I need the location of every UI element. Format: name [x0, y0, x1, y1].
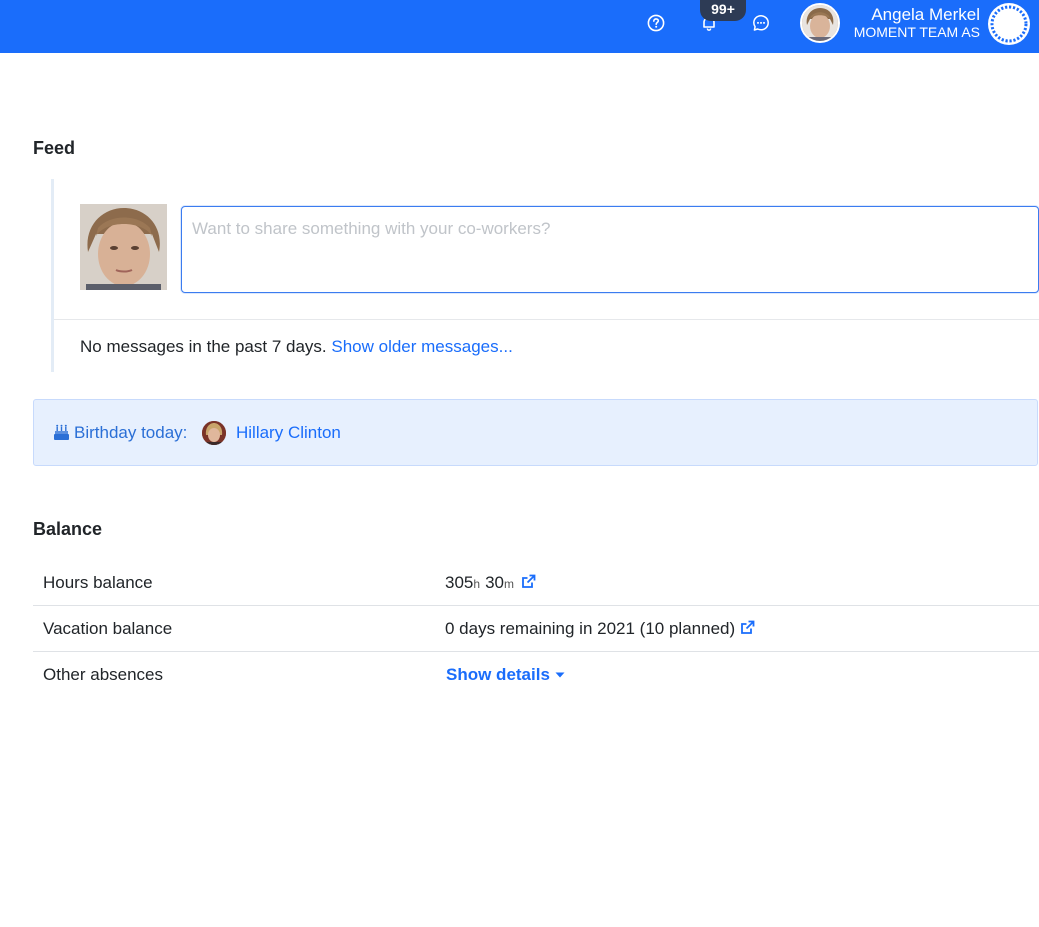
table-row: Other absences Show details — [33, 652, 1039, 698]
company-logo-icon[interactable] — [988, 3, 1030, 45]
external-link-icon[interactable] — [740, 620, 755, 635]
balance-title: Balance — [33, 519, 103, 539]
chat-icon[interactable] — [752, 14, 770, 32]
user-avatar-image — [802, 5, 838, 41]
feed-divider — [54, 319, 1039, 320]
no-messages-text: No messages in the past 7 days. — [80, 337, 327, 356]
birthday-person-avatar-image — [202, 421, 226, 445]
help-icon[interactable] — [647, 14, 665, 32]
external-link-icon[interactable] — [521, 574, 536, 589]
hours-value: 305 — [445, 573, 474, 592]
user-avatar[interactable] — [800, 3, 840, 43]
hours-unit: h — [473, 577, 481, 591]
caret-down-icon — [555, 672, 565, 678]
birthday-banner: Birthday today: Hillary Clinton — [33, 399, 1038, 466]
birthday-person-link[interactable]: Hillary Clinton — [236, 423, 341, 443]
table-row: Vacation balance 0 days remaining in 202… — [33, 606, 1039, 652]
top-navigation-bar: 99+ Angela Merkel MOMENT TEAM AS — [0, 0, 1039, 53]
hours-balance-value: 305 h 30 m — [445, 573, 536, 593]
share-post-input[interactable] — [181, 206, 1039, 293]
vacation-balance-text: 0 days remaining in 2021 (10 planned) — [445, 619, 736, 638]
show-details-label: Show details — [446, 665, 550, 684]
user-name: Angela Merkel — [871, 5, 980, 24]
company-name: MOMENT TEAM AS — [853, 24, 980, 40]
other-absences-label: Other absences — [43, 665, 164, 684]
balance-table: Hours balance 305 h 30 m Vacation balanc… — [33, 560, 1039, 698]
feed-panel: No messages in the past 7 days. Show old… — [51, 179, 1039, 372]
user-info[interactable]: Angela Merkel MOMENT TEAM AS — [846, 5, 980, 41]
author-photo — [80, 204, 167, 290]
feed-title: Feed — [33, 138, 76, 158]
vacation-balance-label: Vacation balance — [43, 619, 173, 638]
hours-balance-label: Hours balance — [43, 573, 153, 592]
minutes-value: 30 — [485, 573, 504, 592]
show-older-messages-link[interactable]: Show older messages... — [331, 337, 512, 356]
author-photo-image — [80, 204, 167, 290]
table-row: Hours balance 305 h 30 m — [33, 560, 1039, 606]
birthday-cake-icon — [54, 424, 69, 440]
birthday-label: Birthday today: — [74, 423, 188, 442]
show-details-button[interactable]: Show details — [446, 665, 565, 685]
notification-count-badge[interactable]: 99+ — [700, 0, 746, 21]
vacation-balance-value: 0 days remaining in 2021 (10 planned) — [445, 619, 755, 639]
feed-status: No messages in the past 7 days. Show old… — [80, 337, 513, 357]
minutes-unit: m — [503, 577, 514, 591]
birthday-person-avatar[interactable] — [202, 421, 226, 445]
other-absences-value: Show details — [446, 665, 565, 685]
